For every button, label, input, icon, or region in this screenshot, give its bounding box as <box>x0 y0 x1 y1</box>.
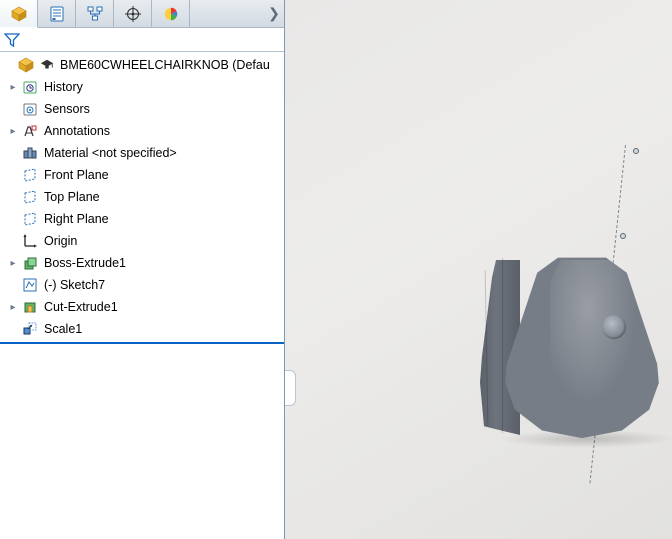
model-highlight <box>550 260 645 420</box>
tree-node-label: Annotations <box>42 124 112 138</box>
sensors-icon <box>20 100 40 118</box>
cube-gold-icon <box>11 6 27 22</box>
tree-node-label: Top Plane <box>42 190 102 204</box>
chevron-right-icon: ❯ <box>268 5 280 22</box>
cutextrude-icon <box>20 298 40 316</box>
tree-node-annotations[interactable]: ▸ Annotations <box>0 120 284 142</box>
piecolor-icon <box>163 6 179 22</box>
overflow-chevron[interactable]: ❯ <box>264 0 284 27</box>
display-manager-tab[interactable] <box>152 0 190 27</box>
tree-node-boss-extrude1[interactable]: ▸ Boss-Extrude1 <box>0 252 284 274</box>
funnel-icon <box>4 32 20 48</box>
origin-icon <box>20 232 40 250</box>
tree-node-front-plane[interactable]: Front Plane <box>0 164 284 186</box>
panel-resize-handle[interactable] <box>285 370 296 406</box>
expand-toggle[interactable]: ▸ <box>6 82 20 93</box>
tree-node-label: Front Plane <box>42 168 111 182</box>
app-root: ❯ BME60CWHEELCHAIRKNOB (Defau <box>0 0 672 539</box>
annotations-icon <box>20 122 40 140</box>
tree-node-material[interactable]: Material <not specified> <box>0 142 284 164</box>
tree-node-scale1[interactable]: Scale1 <box>0 318 284 340</box>
tree-node-label: Cut-Extrude1 <box>42 300 120 314</box>
axis-endpoint <box>633 148 639 154</box>
tree-node-label: Right Plane <box>42 212 111 226</box>
history-icon <box>20 78 40 96</box>
model-hole-feature <box>602 315 626 339</box>
configuration-manager-tab[interactable] <box>76 0 114 27</box>
plane-icon <box>20 166 40 184</box>
dimxpert-manager-tab[interactable] <box>114 0 152 27</box>
sheet-lines-icon <box>49 6 65 22</box>
feature-manager-panel: ❯ BME60CWHEELCHAIRKNOB (Defau <box>0 0 285 539</box>
tree-node-label: Boss-Extrude1 <box>42 256 128 270</box>
rollback-bar[interactable] <box>0 342 284 344</box>
crosshair-icon <box>125 6 141 22</box>
tree-node-label: Origin <box>42 234 79 248</box>
property-manager-tab[interactable] <box>38 0 76 27</box>
tree-root[interactable]: BME60CWHEELCHAIRKNOB (Defau <box>0 54 284 76</box>
tree-filter-bar[interactable] <box>0 28 284 52</box>
axis-point <box>620 233 626 239</box>
feature-manager-tab[interactable] <box>0 0 38 28</box>
tree-node-label: Sensors <box>42 102 92 116</box>
tree-node-label: Scale1 <box>42 322 84 336</box>
tree-node-label: History <box>42 80 85 94</box>
cube-gold-icon <box>16 56 36 74</box>
tree-node-label: (-) Sketch7 <box>42 278 107 292</box>
graphics-viewport[interactable] <box>285 0 672 539</box>
tree-struct-icon <box>87 6 103 22</box>
manager-tabstrip: ❯ <box>0 0 284 28</box>
tree-node-sensors[interactable]: Sensors <box>0 98 284 120</box>
sketch-icon <box>20 276 40 294</box>
tree-node-right-plane[interactable]: Right Plane <box>0 208 284 230</box>
tree-node-history[interactable]: ▸ History <box>0 76 284 98</box>
tree-node-origin[interactable]: Origin <box>0 230 284 252</box>
extrude-icon <box>20 254 40 272</box>
feature-tree: BME60CWHEELCHAIRKNOB (Defau ▸ History Se… <box>0 52 284 539</box>
scale-icon <box>20 320 40 338</box>
expand-toggle[interactable]: ▸ <box>6 126 20 137</box>
tabstrip-spacer <box>190 0 264 27</box>
grad-cap-icon <box>38 56 56 74</box>
model-edge <box>502 258 503 433</box>
tree-node-cut-extrude1[interactable]: ▸ Cut-Extrude1 <box>0 296 284 318</box>
expand-toggle[interactable]: ▸ <box>6 302 20 313</box>
tree-node-sketch7[interactable]: (-) Sketch7 <box>0 274 284 296</box>
tree-node-label: Material <not specified> <box>42 146 179 160</box>
plane-icon <box>20 188 40 206</box>
tree-node-top-plane[interactable]: Top Plane <box>0 186 284 208</box>
expand-toggle[interactable]: ▸ <box>6 258 20 269</box>
material-icon <box>20 144 40 162</box>
plane-icon <box>20 210 40 228</box>
part-model[interactable] <box>470 250 670 450</box>
tree-root-label: BME60CWHEELCHAIRKNOB (Defau <box>58 58 272 72</box>
